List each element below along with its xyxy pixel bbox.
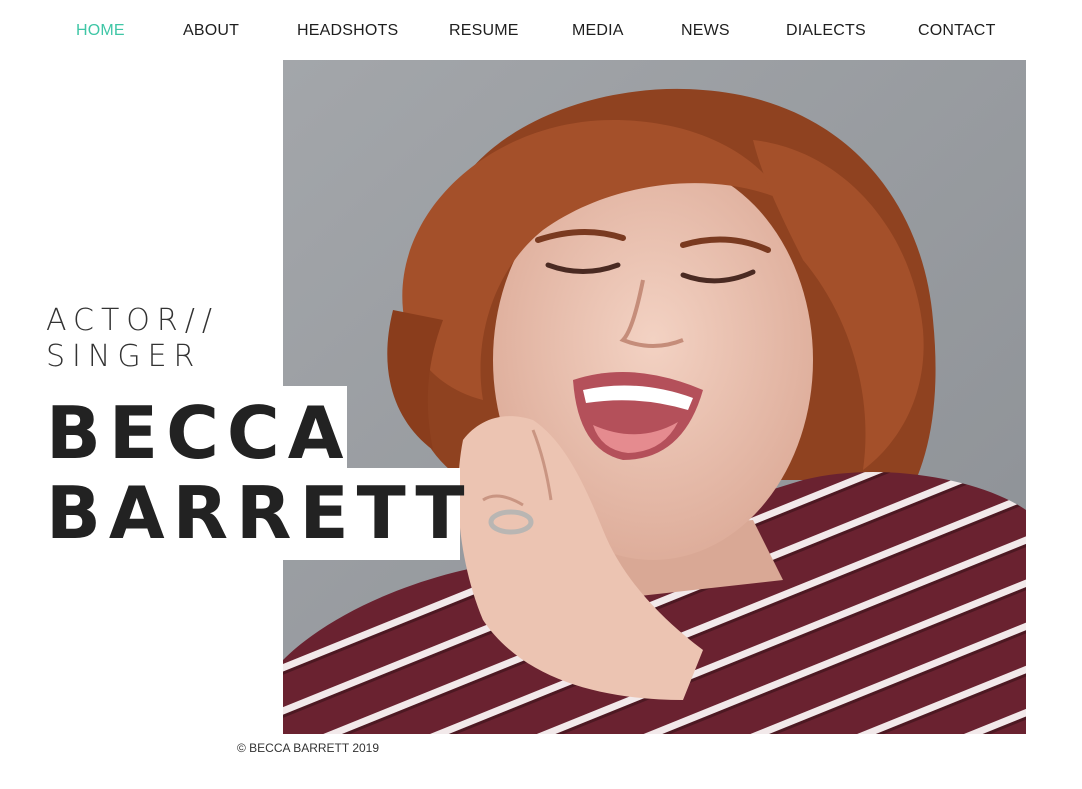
nav-item-resume[interactable]: RESUME bbox=[449, 20, 519, 42]
nav-item-media[interactable]: MEDIA bbox=[572, 20, 624, 42]
nav-item-headshots[interactable]: HEADSHOTS bbox=[297, 20, 398, 42]
nav-item-home[interactable]: HOME bbox=[76, 20, 125, 42]
tagline: ACTOR// SINGER bbox=[46, 303, 219, 375]
tagline-actor: ACTOR// bbox=[46, 303, 219, 338]
headshot-photo bbox=[283, 60, 1026, 734]
tagline-singer: SINGER bbox=[46, 339, 202, 374]
name-last: BARRETT bbox=[46, 471, 473, 555]
copyright-text: © BECCA BARRETT 2019 bbox=[237, 741, 380, 755]
main-nav: HOME ABOUT HEADSHOTS RESUME MEDIA NEWS D… bbox=[0, 20, 1082, 42]
nav-item-dialects[interactable]: DIALECTS bbox=[786, 20, 866, 42]
name-first: BECCA bbox=[46, 391, 352, 475]
nav-item-contact[interactable]: CONTACT bbox=[918, 20, 996, 42]
nav-item-about[interactable]: ABOUT bbox=[183, 20, 239, 42]
nav-item-news[interactable]: NEWS bbox=[681, 20, 730, 42]
